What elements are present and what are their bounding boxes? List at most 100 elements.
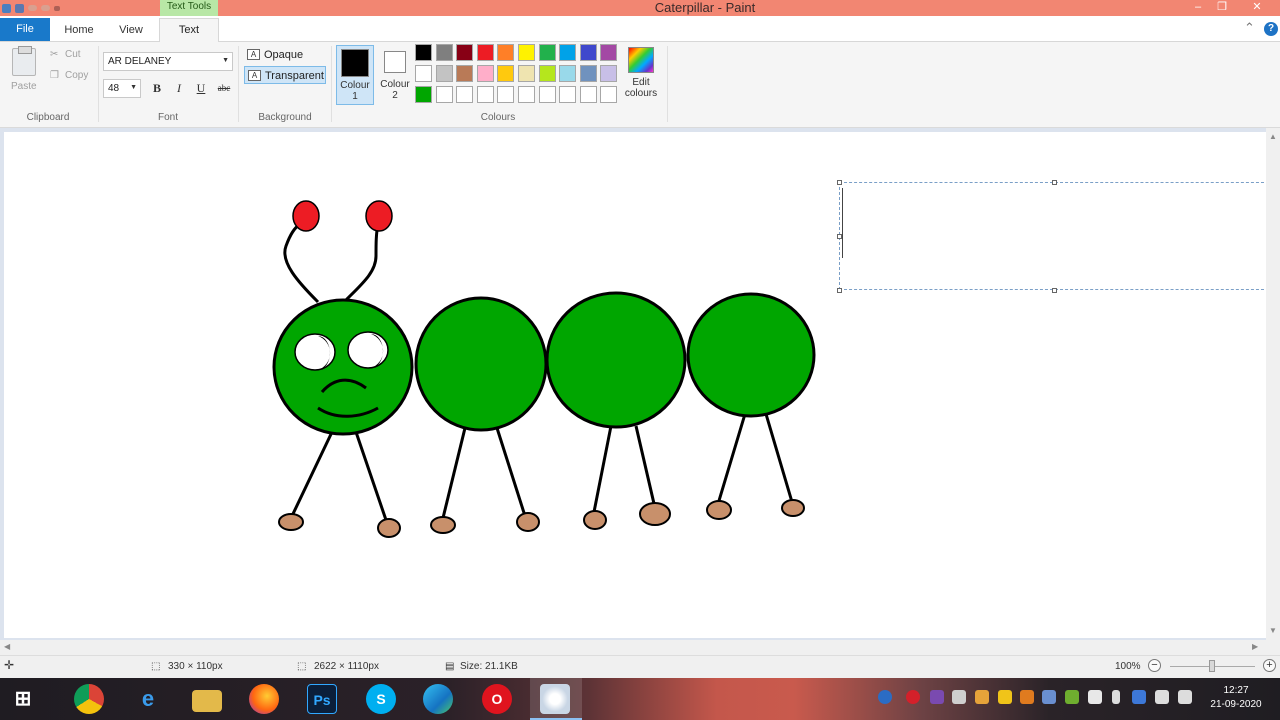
colour-swatch[interactable] <box>476 86 494 103</box>
opaque-button[interactable]: A Opaque <box>244 46 310 64</box>
volume-icon[interactable] <box>1178 690 1192 704</box>
zoom-in-button[interactable]: + <box>1263 659 1276 672</box>
app-tray-icon-4[interactable] <box>1020 690 1034 704</box>
colour-swatch[interactable] <box>456 86 474 103</box>
vertical-scrollbar[interactable]: ▲ ▼ <box>1266 128 1280 640</box>
colour-swatch[interactable] <box>497 44 515 61</box>
colour-swatch[interactable] <box>456 65 474 82</box>
colour-swatch[interactable] <box>538 44 556 61</box>
display-tray-icon[interactable] <box>952 690 966 704</box>
font-size-dropdown[interactable]: 48 ▼ <box>103 79 141 98</box>
colour-swatch[interactable] <box>415 44 432 61</box>
colour-1-button[interactable]: Colour 1 <box>336 45 374 105</box>
font-family-dropdown[interactable]: AR DELANEY ▼ <box>103 52 233 71</box>
colour-swatch[interactable] <box>538 65 556 82</box>
colour-swatch[interactable] <box>600 65 618 82</box>
scroll-up-icon[interactable]: ▲ <box>1269 132 1277 141</box>
tab-home[interactable]: Home <box>60 18 98 42</box>
scroll-right-icon[interactable]: ▶ <box>1252 642 1258 651</box>
battery-icon[interactable] <box>1112 690 1120 704</box>
colour-swatch[interactable] <box>559 86 577 103</box>
clock[interactable]: 12:27 21-09-2020 <box>1202 684 1270 712</box>
paint-icon[interactable] <box>540 684 570 714</box>
strikethrough-button[interactable]: abc <box>214 80 234 97</box>
resize-handle[interactable] <box>837 288 842 293</box>
colour-swatch[interactable] <box>497 65 515 82</box>
bluetooth-icon[interactable] <box>1132 690 1146 704</box>
paste-icon[interactable] <box>12 46 36 76</box>
app-tray-icon-5[interactable] <box>1042 690 1056 704</box>
italic-button[interactable]: I <box>171 80 187 97</box>
resize-handle[interactable] <box>1052 180 1057 185</box>
app-tray-icon-3[interactable] <box>998 690 1012 704</box>
colour-swatch[interactable] <box>415 65 432 82</box>
colour-swatch[interactable] <box>497 86 515 103</box>
minimize-ribbon-chevron-icon[interactable]: ⌃ <box>1244 20 1255 36</box>
file-explorer-icon[interactable] <box>192 690 222 712</box>
zoom-out-button[interactable]: − <box>1148 659 1161 672</box>
opera-icon[interactable]: O <box>482 684 512 714</box>
firefox-icon[interactable] <box>249 684 279 714</box>
clipboard-group-label: Clipboard <box>26 112 70 123</box>
photoshop-icon[interactable]: Ps <box>307 684 337 714</box>
minimize-button[interactable]: – <box>1186 0 1210 16</box>
resize-handle[interactable] <box>837 234 842 239</box>
colour-swatch[interactable] <box>579 65 597 82</box>
scroll-left-icon[interactable]: ◀ <box>4 642 10 651</box>
colour-2-button[interactable]: Colour 2 <box>376 45 414 105</box>
nvidia-tray-icon[interactable] <box>1065 690 1079 704</box>
app-tray-icon-2[interactable] <box>975 690 989 704</box>
close-button[interactable]: ✕ <box>1245 0 1269 16</box>
colour-2-label: Colour <box>380 79 410 90</box>
resize-handle[interactable] <box>837 180 842 185</box>
copy-button[interactable]: Copy <box>65 70 88 81</box>
colour-swatch[interactable] <box>538 86 556 103</box>
colour-swatch[interactable] <box>518 86 535 103</box>
colour-swatch[interactable] <box>435 86 453 103</box>
transparent-button[interactable]: A Transparent <box>244 66 326 84</box>
maximize-button[interactable]: ❐ <box>1210 0 1234 16</box>
tab-text[interactable]: Text <box>159 18 219 43</box>
wifi-icon[interactable] <box>1155 690 1169 704</box>
resize-handle[interactable] <box>1052 288 1057 293</box>
paste-button[interactable]: Paste <box>11 81 37 92</box>
app-tray-icon-6[interactable] <box>1088 690 1102 704</box>
start-icon[interactable]: ⊞ <box>8 684 38 714</box>
colour-swatch[interactable] <box>559 44 577 61</box>
scroll-down-icon[interactable]: ▼ <box>1269 626 1277 635</box>
edge-icon[interactable] <box>423 684 453 714</box>
colour-swatch[interactable] <box>435 44 453 61</box>
edit-colours-button[interactable]: Edit colours <box>621 45 661 105</box>
chrome-icon[interactable] <box>74 684 104 714</box>
cursor-position-icon: ✛ <box>4 658 15 672</box>
colour-swatch[interactable] <box>518 65 535 82</box>
colour-swatch[interactable] <box>476 65 494 82</box>
tab-view[interactable]: View <box>112 18 150 42</box>
text-input-box[interactable] <box>839 182 1269 290</box>
colour-swatch[interactable] <box>415 86 432 103</box>
horizontal-scrollbar[interactable]: ◀ ▶ <box>0 640 1280 655</box>
edge-legacy-icon[interactable]: e <box>133 684 163 714</box>
help-icon[interactable]: ? <box>1264 22 1278 36</box>
bold-button[interactable]: B <box>149 80 165 97</box>
skype-icon[interactable]: S <box>366 684 396 714</box>
colour-swatch[interactable] <box>579 86 597 103</box>
colour-swatch[interactable] <box>600 44 618 61</box>
chevron-down-icon: ▼ <box>222 57 229 64</box>
colour-swatch[interactable] <box>476 44 494 61</box>
colour-swatch[interactable] <box>435 65 453 82</box>
zoom-slider-handle[interactable] <box>1209 660 1215 672</box>
colour-swatch[interactable] <box>579 44 597 61</box>
underline-button[interactable]: U <box>193 80 209 97</box>
colour-swatch[interactable] <box>600 86 618 103</box>
cut-button[interactable]: Cut <box>65 49 81 60</box>
help-tray-icon[interactable] <box>878 690 892 704</box>
colour-swatch[interactable] <box>456 44 474 61</box>
colour-swatch[interactable] <box>518 44 535 61</box>
text-caret <box>842 188 843 258</box>
app-tray-icon[interactable] <box>930 690 944 704</box>
opera-tray-icon[interactable] <box>906 690 920 704</box>
tab-file[interactable]: File <box>0 18 50 41</box>
colour-swatch[interactable] <box>559 65 577 82</box>
edit-colours-label-2: colours <box>624 88 658 99</box>
